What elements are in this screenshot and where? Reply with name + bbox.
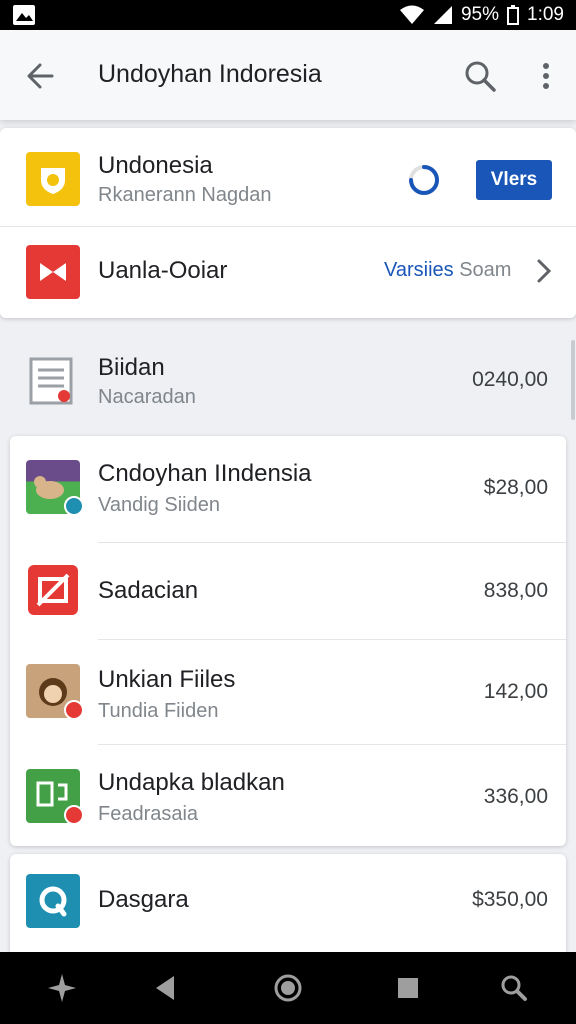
- character-app-icon: [26, 664, 84, 720]
- recents-square-icon[interactable]: [390, 970, 426, 1006]
- q-app-icon: [26, 874, 80, 928]
- list-item[interactable]: Sadacian 838,00: [10, 543, 566, 639]
- sparkle-icon[interactable]: [44, 970, 80, 1006]
- ribbon-app-icon: [26, 245, 80, 299]
- page-title: Undoyhan Indoresia: [98, 60, 322, 88]
- list-item[interactable]: Cndoyhan IIndensia Vandig Siiden $28,00: [10, 436, 566, 542]
- more-vert-icon[interactable]: [532, 58, 560, 94]
- featured-row-1[interactable]: Undonesia Rkanerann Nagdan Vlers: [0, 128, 576, 226]
- scrollbar[interactable]: [571, 340, 575, 420]
- versions-link-primary: Varsiies: [384, 259, 454, 281]
- item-subtitle: Vandig Siiden: [98, 494, 220, 516]
- items-card: Cndoyhan IIndensia Vandig Siiden $28,00 …: [10, 436, 566, 846]
- section-row[interactable]: Biidan Nacaradan 0240,00: [0, 338, 576, 428]
- item-price: $28,00: [483, 476, 548, 499]
- featured-title: Undonesia: [98, 152, 213, 179]
- back-arrow-icon[interactable]: [22, 58, 58, 94]
- item-price: 142,00: [483, 680, 548, 703]
- document-app-icon: [28, 356, 82, 410]
- badge-icon: [64, 700, 84, 720]
- featured-row-2[interactable]: Uanla-Ooiar Varsiies Soam: [0, 227, 576, 318]
- signal-icon: [433, 6, 452, 24]
- featured-row-2-title: Uanla-Ooiar: [98, 257, 228, 284]
- bowtie-icon: [40, 263, 66, 281]
- list-item[interactable]: Undapka bladkan Feadrasaia 336,00: [10, 745, 566, 846]
- image-notification-icon: [13, 5, 35, 25]
- item-title: Sadacian: [98, 577, 199, 604]
- battery-percent: 95%: [460, 4, 500, 25]
- item-price: 336,00: [483, 785, 548, 808]
- search-nav-icon[interactable]: [496, 970, 532, 1006]
- section-title: Biidan: [98, 354, 165, 381]
- q-letter-icon: [39, 886, 67, 917]
- item-subtitle: Tundia Fiiden: [98, 700, 219, 722]
- no-camera-app-icon: [28, 565, 78, 615]
- view-button[interactable]: Vlers: [476, 160, 552, 200]
- home-circle-icon[interactable]: [270, 970, 306, 1006]
- shield-icon: [41, 168, 65, 194]
- battery-icon: [507, 5, 520, 25]
- badge-icon: [64, 805, 84, 825]
- list-item[interactable]: Unkian Fiiles Tundia Fiiden 142,00: [10, 640, 566, 744]
- versions-link[interactable]: Varsiies Soam: [384, 259, 511, 282]
- chevron-right-icon[interactable]: [534, 257, 554, 285]
- item-title: Unkian Fiiles: [98, 666, 236, 693]
- last-item-card[interactable]: Dasgara $350,00: [10, 854, 566, 952]
- search-icon[interactable]: [462, 58, 498, 94]
- badge-icon: [64, 496, 84, 516]
- navigation-bar: [0, 952, 576, 1024]
- section-price: 0240,00: [472, 368, 548, 391]
- status-bar: 95% 1:09: [0, 0, 576, 30]
- shield-app-icon: [26, 152, 80, 206]
- clock: 1:09: [527, 4, 564, 25]
- loading-spinner-icon: [409, 165, 439, 195]
- section-subtitle: Nacaradan: [98, 386, 196, 408]
- status-right: 95% 1:09: [399, 0, 564, 30]
- back-triangle-icon[interactable]: [148, 970, 184, 1006]
- item-title: Dasgara: [98, 886, 189, 913]
- item-price: $350,00: [472, 888, 548, 911]
- app-bar: Undoyhan Indoresia: [0, 30, 576, 120]
- game-app-icon: [26, 460, 84, 516]
- wifi-icon: [399, 5, 424, 24]
- featured-card: Undonesia Rkanerann Nagdan Vlers Uanla-O…: [0, 128, 576, 318]
- item-price: 838,00: [483, 579, 548, 602]
- versions-link-secondary: Soam: [459, 259, 512, 281]
- green-app-icon: [26, 769, 84, 825]
- document-icon: [29, 357, 73, 405]
- featured-subtitle: Rkanerann Nagdan: [98, 184, 272, 206]
- blocked-icon: [36, 573, 70, 607]
- item-title: Cndoyhan IIndensia: [98, 460, 312, 487]
- item-subtitle: Feadrasaia: [98, 803, 199, 825]
- item-title: Undapka bladkan: [98, 769, 285, 796]
